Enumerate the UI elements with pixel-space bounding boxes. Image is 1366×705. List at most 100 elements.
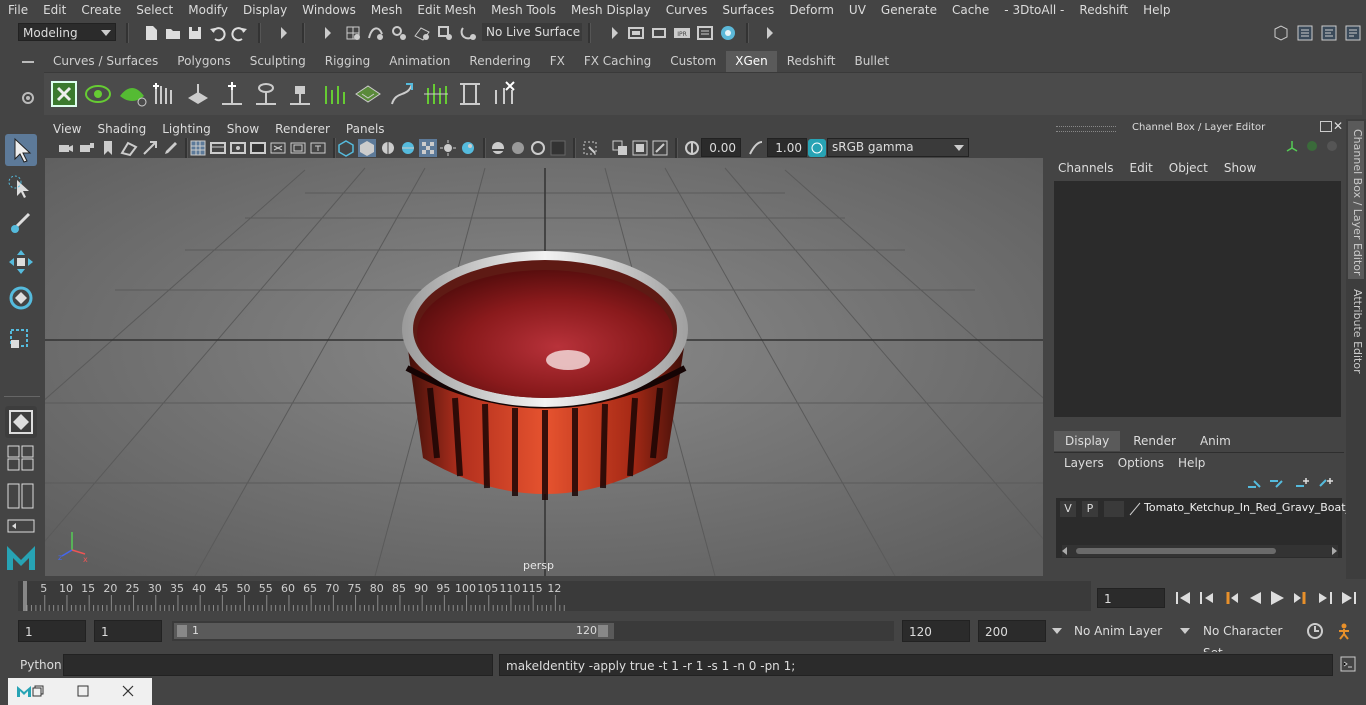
isolate-select-icon[interactable] xyxy=(489,139,507,157)
image-plane-icon[interactable] xyxy=(120,139,138,157)
layer-visibility-toggle[interactable]: V xyxy=(1060,501,1076,517)
range-slider-handle[interactable]: 1 120 xyxy=(174,623,614,639)
menu-3dtoall[interactable]: - 3DtoAll - xyxy=(996,3,1071,17)
xgen-description-icon[interactable] xyxy=(118,80,148,108)
camera-lock-icon[interactable] xyxy=(78,139,96,157)
chevron-down-icon[interactable] xyxy=(1052,628,1062,634)
two-pane-layout-icon[interactable] xyxy=(6,482,36,510)
move-tool[interactable] xyxy=(5,246,37,278)
ambient-occlusion-icon[interactable] xyxy=(459,139,477,157)
xgen-interactive-groom-icon[interactable] xyxy=(150,80,178,108)
snap-view-plane-icon[interactable] xyxy=(413,24,431,42)
animation-preferences-icon[interactable] xyxy=(1334,622,1354,640)
menu-surfaces[interactable]: Surfaces xyxy=(714,3,781,17)
layer-name[interactable]: Tomato_Ketchup_In_Red_Gravy_Boat_ xyxy=(1144,501,1351,514)
resolution-gate-icon[interactable] xyxy=(229,139,247,157)
maximize-window-icon[interactable] xyxy=(77,685,89,697)
xgen-guide-visibility-icon[interactable] xyxy=(252,80,280,108)
magnet-icon[interactable] xyxy=(459,24,477,42)
time-slider[interactable]: 5 10 15 20 25 30 35 40 45 50 55 60 65 70 75 80 85 90 95 100… xyxy=(18,581,1091,611)
grease-pencil-icon[interactable] xyxy=(162,139,180,157)
chevron-down-icon[interactable] xyxy=(1180,628,1190,634)
script-editor-icon[interactable] xyxy=(1340,656,1356,672)
menu-help[interactable]: Help xyxy=(1135,3,1177,17)
grid-toggle-icon[interactable] xyxy=(189,139,207,157)
step-back-key-icon[interactable] xyxy=(1222,590,1240,606)
command-language-toggle[interactable]: Python xyxy=(20,658,62,672)
shelf-tab-fx-caching[interactable]: FX Caching xyxy=(574,51,661,72)
range-slider-track[interactable]: 1 120 xyxy=(172,621,894,641)
textured-icon[interactable] xyxy=(399,139,417,157)
layer-tab-display[interactable]: Display xyxy=(1054,431,1121,451)
2d-pan-zoom-icon[interactable] xyxy=(141,139,159,157)
wireframe-icon[interactable] xyxy=(337,139,355,157)
restore-window-icon[interactable] xyxy=(32,685,44,697)
axes-icon[interactable] xyxy=(1285,139,1299,153)
layer-menu-options[interactable]: Options xyxy=(1118,456,1178,470)
xgen-place-guides-icon[interactable] xyxy=(184,80,212,108)
collapse-arrow-icon[interactable] xyxy=(760,24,778,42)
scroll-right-icon[interactable] xyxy=(1332,547,1337,555)
mode-dropdown[interactable]: Modeling xyxy=(18,23,116,41)
ipr-render-icon[interactable]: IPR xyxy=(673,24,691,42)
film-gate-icon[interactable] xyxy=(209,139,227,157)
xgen-guides-to-curves-icon[interactable] xyxy=(422,80,450,108)
xgen-mesh-to-guides-icon[interactable] xyxy=(354,80,382,108)
shelf-tab-rendering[interactable]: Rendering xyxy=(460,51,540,72)
viewport-menu-show[interactable]: Show xyxy=(219,122,267,136)
menu-modify[interactable]: Modify xyxy=(180,3,235,17)
channel-box-toggle-icon[interactable] xyxy=(1344,24,1362,42)
render-frame-icon[interactable] xyxy=(650,24,668,42)
outliner-layout-icon[interactable] xyxy=(6,518,36,534)
xray-joints-icon[interactable] xyxy=(529,139,547,157)
channel-menu-object[interactable]: Object xyxy=(1165,161,1220,175)
auto-key-icon[interactable] xyxy=(1306,622,1324,640)
shelf-tab-curves-surfaces[interactable]: Curves / Surfaces xyxy=(44,51,168,72)
layer-playback-toggle[interactable]: P xyxy=(1082,501,1098,517)
layer-display-type-toggle[interactable] xyxy=(1104,501,1124,517)
xgen-curves-to-guides-icon[interactable] xyxy=(388,80,416,108)
collapse-arrow-icon[interactable] xyxy=(318,24,336,42)
xgen-rebuild-icon[interactable] xyxy=(456,80,484,108)
viewport-menu-panels[interactable]: Panels xyxy=(338,122,393,136)
float-window-icon[interactable] xyxy=(1320,121,1332,132)
screen-space-ao-icon[interactable] xyxy=(631,139,649,157)
exposure-icon[interactable] xyxy=(683,139,701,157)
perspective-viewport[interactable]: z x xyxy=(45,158,1043,576)
gamma-field[interactable]: 1.00 xyxy=(767,138,807,157)
shelf-tab-xgen[interactable]: XGen xyxy=(726,51,777,72)
go-to-start-icon[interactable] xyxy=(1174,590,1192,606)
layer-color-swatch-icon[interactable] xyxy=(1128,501,1142,517)
menu-curves[interactable]: Curves xyxy=(658,3,715,17)
two-sided-lighting-icon[interactable] xyxy=(611,139,629,157)
channel-list[interactable] xyxy=(1054,181,1341,417)
menu-file[interactable]: File xyxy=(0,3,35,17)
quad-layout-icon[interactable] xyxy=(6,444,36,472)
tool-settings-toggle-icon[interactable] xyxy=(1320,24,1338,42)
lasso-tool[interactable] xyxy=(5,172,37,204)
viewport-menu-shading[interactable]: Shading xyxy=(89,122,154,136)
color-management-icon[interactable] xyxy=(808,139,826,157)
menu-mesh-display[interactable]: Mesh Display xyxy=(563,3,658,17)
bookmark-icon[interactable] xyxy=(99,139,117,157)
collapse-arrow-icon[interactable] xyxy=(274,24,292,42)
channel-menu-edit[interactable]: Edit xyxy=(1126,161,1165,175)
scrollbar-thumb[interactable] xyxy=(1076,548,1276,554)
animation-end-field[interactable]: 200 xyxy=(978,620,1046,642)
collapse-arrow-icon[interactable] xyxy=(605,24,623,42)
last-tool[interactable] xyxy=(5,406,37,438)
character-set-dropdown[interactable]: No Character Set xyxy=(1197,620,1301,660)
step-back-icon[interactable] xyxy=(1198,590,1216,606)
colorspace-dropdown[interactable]: sRGB gamma xyxy=(827,138,969,157)
layer-tab-render[interactable]: Render xyxy=(1122,431,1187,451)
gate-mask-icon[interactable] xyxy=(249,139,267,157)
step-forward-key-icon[interactable] xyxy=(1292,590,1310,606)
layer-menu-help[interactable]: Help xyxy=(1178,456,1219,470)
side-tab-channel-box[interactable]: Channel Box / Layer Editor xyxy=(1348,121,1364,279)
ketchup-bowl-model[interactable] xyxy=(402,251,688,500)
attribute-editor-toggle-icon[interactable] xyxy=(1296,24,1314,42)
field-chart-icon[interactable] xyxy=(269,139,287,157)
use-all-lights-icon[interactable] xyxy=(419,139,437,157)
smooth-shade-icon[interactable] xyxy=(358,139,376,157)
menu-generate[interactable]: Generate xyxy=(873,3,944,17)
